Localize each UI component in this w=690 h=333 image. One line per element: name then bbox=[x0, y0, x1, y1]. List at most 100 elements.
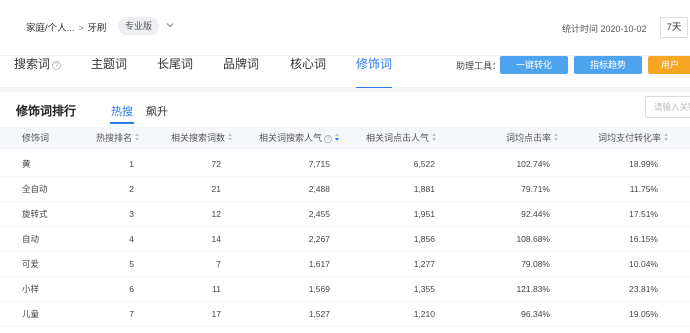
tab-modifier-words[interactable]: 修饰词 bbox=[356, 56, 393, 89]
date-range-button[interactable]: 7天 bbox=[660, 17, 688, 38]
sort-desc-icon[interactable] bbox=[335, 133, 340, 142]
cell-modifier: 小样 bbox=[22, 284, 40, 294]
sort-icon[interactable] bbox=[228, 133, 233, 142]
cell-search-popularity: 2,267 bbox=[308, 234, 330, 244]
col-modifier: 修饰词 bbox=[22, 133, 50, 143]
cell-click-popularity: 1,355 bbox=[413, 284, 435, 294]
subtab-hot-search[interactable]: 热搜 bbox=[110, 103, 134, 125]
cell-related-count: 11 bbox=[212, 284, 221, 294]
cell-search-popularity: 1,527 bbox=[308, 309, 330, 319]
sort-icon[interactable] bbox=[432, 133, 437, 142]
cell-click-popularity: 1,277 bbox=[413, 259, 435, 269]
cell-related-count: 17 bbox=[211, 309, 221, 319]
cell-ctr: 121.83% bbox=[516, 284, 550, 294]
cell-ctr: 96.34% bbox=[521, 309, 550, 319]
col-click-popularity[interactable]: 相关词点击人气 bbox=[366, 127, 437, 149]
metric-trend-button[interactable]: 指标趋势 bbox=[574, 56, 642, 74]
cell-related-count: 12 bbox=[211, 209, 221, 219]
tab-core-words[interactable]: 核心词 bbox=[290, 56, 326, 88]
col-search-popularity[interactable]: 相关词搜索人气? bbox=[259, 127, 340, 149]
breadcrumb-separator: > bbox=[78, 23, 84, 34]
cell-click-popularity: 1,856 bbox=[413, 234, 435, 244]
cell-rank: 6 bbox=[129, 284, 134, 294]
subtab-rising[interactable]: 飙升 bbox=[146, 103, 168, 125]
breadcrumb[interactable]: 家庭/个人... > 牙刷 bbox=[26, 20, 106, 34]
user-button[interactable]: 用户 bbox=[648, 56, 690, 74]
help-icon[interactable]: ? bbox=[52, 61, 62, 70]
tools-label: 助理工具： bbox=[456, 61, 502, 71]
col-related-count-label: 相关搜索词数 bbox=[171, 133, 226, 143]
cell-rank: 7 bbox=[129, 309, 134, 319]
cell-related-count: 21 bbox=[211, 184, 221, 194]
table-row[interactable]: 儿童 7 17 1,527 1,210 96.34% 19.05% bbox=[0, 302, 690, 327]
top-bar: 家庭/个人... > 牙刷 专业版 统计时间 2020-10-02 7天 bbox=[0, 0, 690, 56]
cell-rank: 1 bbox=[129, 159, 134, 169]
sort-icon[interactable] bbox=[135, 133, 140, 142]
section-title: 修饰词排行 bbox=[16, 104, 77, 118]
cell-search-popularity: 7,715 bbox=[308, 159, 330, 169]
col-related-count[interactable]: 相关搜索词数 bbox=[171, 127, 233, 149]
breadcrumb-category[interactable]: 家庭/个人... bbox=[26, 23, 75, 34]
keyword-tabs: 搜索词? 主题词 长尾词 品牌词 核心词 修饰词 助理工具： 一键转化 指标趋势… bbox=[0, 56, 690, 89]
cell-modifier: 自动 bbox=[22, 234, 40, 244]
cell-conversion: 23.81% bbox=[629, 284, 658, 294]
table-row[interactable]: 可爱 5 7 1,617 1,277 79.08% 10.04% bbox=[0, 252, 690, 277]
cell-click-popularity: 1,951 bbox=[413, 209, 435, 219]
keyword-search-input[interactable] bbox=[645, 96, 690, 118]
cell-modifier: 黄 bbox=[22, 159, 31, 169]
cell-modifier: 可爱 bbox=[22, 259, 40, 269]
col-ctr-label: 词均点击率 bbox=[506, 133, 552, 143]
cell-related-count: 7 bbox=[216, 259, 221, 269]
sort-icon[interactable] bbox=[554, 133, 559, 142]
col-search-popularity-label: 相关词搜索人气 bbox=[259, 133, 323, 143]
cell-search-popularity: 2,488 bbox=[308, 184, 330, 194]
cell-ctr: 108.68% bbox=[516, 234, 550, 244]
tab-longtail-words[interactable]: 长尾词 bbox=[157, 56, 193, 88]
cell-ctr: 79.71% bbox=[521, 184, 550, 194]
cell-conversion: 19.05% bbox=[629, 309, 658, 319]
tab-theme-words[interactable]: 主题词 bbox=[91, 56, 127, 88]
table-row[interactable]: 黄 1 72 7,715 6,522 102.74% 18.99% bbox=[0, 152, 690, 177]
col-rank[interactable]: 热搜排名 bbox=[96, 127, 140, 149]
one-click-convert-button[interactable]: 一键转化 bbox=[500, 56, 568, 74]
cell-conversion: 10.04% bbox=[629, 259, 658, 269]
table-row[interactable]: 全自动 2 21 2,488 1,881 79.71% 11.75% bbox=[0, 177, 690, 202]
table-row[interactable]: 小样 6 11 1,569 1,355 121.83% 23.81% bbox=[0, 277, 690, 302]
table-header: 修饰词 热搜排名 相关搜索词数 相关词搜索人气? 相关词点击人气 词均点击率 词… bbox=[0, 127, 690, 149]
tab-search-words[interactable]: 搜索词? bbox=[14, 56, 62, 88]
section-divider bbox=[0, 88, 690, 92]
cell-ctr: 102.74% bbox=[516, 159, 550, 169]
stat-time: 统计时间 2020-10-02 bbox=[562, 24, 647, 34]
col-ctr[interactable]: 词均点击率 bbox=[506, 127, 559, 149]
table-row[interactable]: 自动 4 14 2,267 1,856 108.68% 16.15% bbox=[0, 227, 690, 252]
help-icon[interactable]: ? bbox=[324, 135, 333, 143]
cell-conversion: 17.51% bbox=[629, 209, 658, 219]
cell-search-popularity: 1,569 bbox=[308, 284, 330, 294]
cell-ctr: 79.08% bbox=[521, 259, 550, 269]
cell-conversion: 16.15% bbox=[629, 234, 658, 244]
cell-search-popularity: 1,617 bbox=[308, 259, 330, 269]
cell-modifier: 儿童 bbox=[22, 309, 40, 319]
edition-badge: 专业版 bbox=[118, 17, 160, 35]
col-click-popularity-label: 相关词点击人气 bbox=[366, 133, 430, 143]
cell-conversion: 11.75% bbox=[629, 184, 658, 194]
tab-brand-words[interactable]: 品牌词 bbox=[223, 56, 259, 88]
breadcrumb-current[interactable]: 牙刷 bbox=[87, 23, 106, 34]
cell-click-popularity: 1,210 bbox=[413, 309, 435, 319]
cell-rank: 4 bbox=[129, 234, 134, 244]
cell-search-popularity: 2,455 bbox=[308, 209, 330, 219]
col-conversion-label: 词均支付转化率 bbox=[598, 133, 662, 143]
sort-icon[interactable] bbox=[664, 133, 669, 142]
cell-click-popularity: 1,881 bbox=[413, 184, 435, 194]
cell-rank: 2 bbox=[129, 184, 134, 194]
cell-rank: 5 bbox=[129, 259, 134, 269]
chevron-down-icon[interactable] bbox=[165, 20, 175, 30]
col-rank-label: 热搜排名 bbox=[96, 133, 133, 143]
table-row[interactable]: 旋转式 3 12 2,455 1,951 92.44% 17.51% bbox=[0, 202, 690, 227]
cell-rank: 3 bbox=[129, 209, 134, 219]
cell-related-count: 14 bbox=[211, 234, 221, 244]
cell-modifier: 全自动 bbox=[22, 184, 48, 194]
col-conversion[interactable]: 词均支付转化率 bbox=[598, 127, 669, 149]
tab-label: 搜索词 bbox=[14, 57, 51, 71]
cell-click-popularity: 6,522 bbox=[413, 159, 435, 169]
